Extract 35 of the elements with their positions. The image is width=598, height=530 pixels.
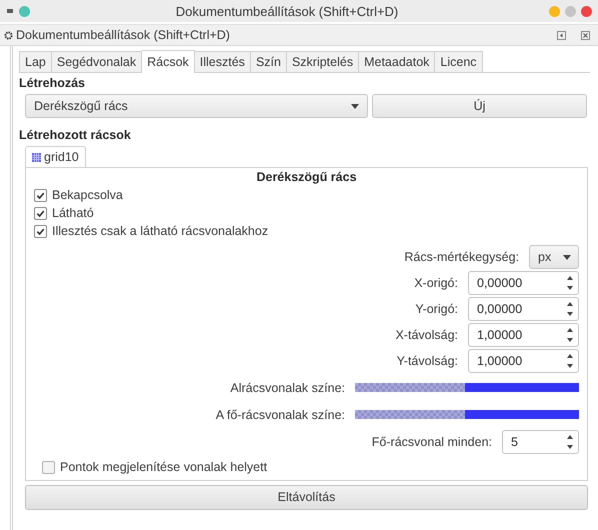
tab[interactable]: Rácsok bbox=[142, 50, 195, 73]
window-title: Dokumentumbeállítások (Shift+Ctrl+D) bbox=[174, 4, 400, 18]
field-label: Y-origó: bbox=[415, 302, 458, 316]
grid-title: Derékszögű rács bbox=[255, 170, 358, 186]
field-label: Y-távolság: bbox=[396, 354, 458, 368]
field-label: X-távolság: bbox=[395, 328, 458, 342]
tab[interactable]: Metaadatok bbox=[359, 51, 436, 72]
unit-dropdown[interactable]: px bbox=[529, 245, 579, 269]
remove-button[interactable]: Eltávolítás bbox=[25, 485, 588, 510]
tab[interactable]: Szín bbox=[250, 51, 287, 72]
grid-tab[interactable]: grid10 bbox=[25, 146, 86, 167]
number-field[interactable]: 0,00000 bbox=[468, 271, 579, 295]
panel-title: Dokumentumbeállítások (Shift+Ctrl+D) bbox=[16, 28, 230, 42]
section-heading: Létrehozás bbox=[19, 76, 86, 90]
field-label: Fő-rácsvonal minden: bbox=[372, 435, 492, 449]
field-label: Rács-mértékegység: bbox=[404, 250, 519, 264]
new-button[interactable]: Új bbox=[372, 94, 587, 118]
checkbox-label: Illesztés csak a látható rácsvonalakhoz bbox=[52, 224, 268, 238]
number-field[interactable]: 1,00000 bbox=[468, 349, 579, 373]
checkbox-label: Látható bbox=[52, 206, 94, 220]
tab[interactable]: Segédvonalak bbox=[52, 51, 142, 72]
tab[interactable]: Lap bbox=[19, 51, 52, 72]
field-label: Alrácsvonalak színe: bbox=[230, 380, 345, 394]
number-field[interactable]: 1,00000 bbox=[468, 323, 579, 347]
section-heading: Létrehozott rácsok bbox=[19, 128, 132, 142]
field-label: A fő-rácsvonalak színe: bbox=[216, 408, 345, 422]
tab[interactable]: Illesztés bbox=[194, 51, 251, 72]
checkbox-label: Pontok megjelenítése vonalak helyett bbox=[60, 460, 268, 474]
tab[interactable]: Szkriptelés bbox=[286, 51, 360, 72]
checkbox-label: Bekapcsolva bbox=[52, 188, 123, 202]
tab[interactable]: Licenc bbox=[435, 51, 483, 72]
field-label: X-origó: bbox=[414, 276, 458, 290]
number-field[interactable]: 5 bbox=[502, 430, 579, 454]
grid-type-dropdown[interactable]: Derékszögű rács bbox=[25, 94, 368, 118]
number-field[interactable]: 0,00000 bbox=[468, 297, 579, 321]
